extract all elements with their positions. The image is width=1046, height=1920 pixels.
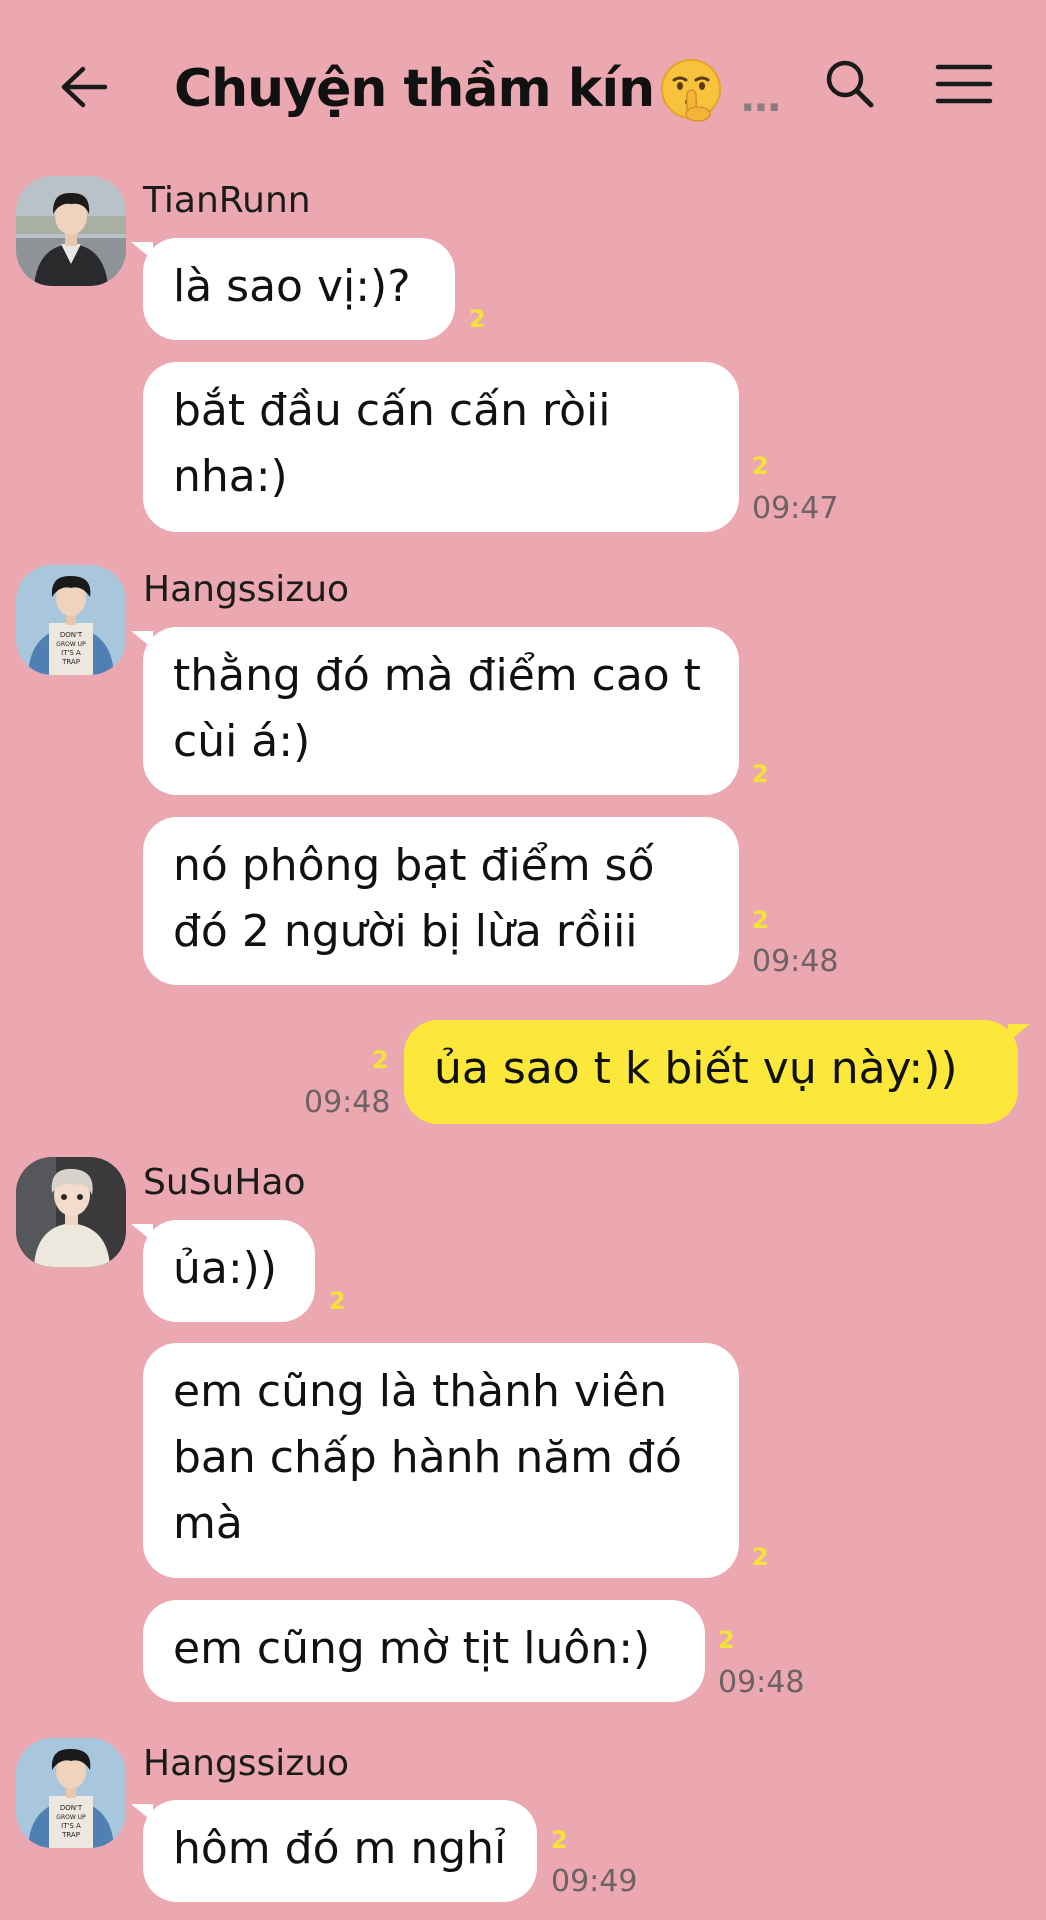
unread-count: 2 bbox=[752, 1543, 769, 1571]
shirt-text-2: GROW UP bbox=[56, 1814, 86, 1821]
message-time: 09:49 bbox=[551, 1864, 638, 1899]
shushing-face-emoji-icon bbox=[661, 59, 722, 122]
back-button[interactable] bbox=[52, 55, 116, 119]
shirt-text-4: TRAP bbox=[61, 658, 80, 666]
search-button[interactable] bbox=[818, 52, 882, 116]
unread-count: 2 bbox=[752, 760, 769, 788]
message-bubble[interactable]: em cũng là thành viên ban chấp hành năm … bbox=[143, 1343, 739, 1578]
message-bubble[interactable]: hôm đó m nghỉ bbox=[131, 1800, 537, 1902]
back-arrow-icon bbox=[61, 66, 108, 108]
chat-header: Chuyện thầm kín ... bbox=[0, 0, 1046, 170]
sender-name: Hangssizuo bbox=[143, 1743, 350, 1784]
shirt-text-1: DON'T bbox=[60, 631, 83, 639]
search-icon bbox=[826, 60, 874, 108]
unread-count: 2 bbox=[551, 1826, 568, 1854]
avatar[interactable] bbox=[16, 1157, 126, 1267]
message-bubble[interactable]: thằng đó mà điểm cao t cùi á:) bbox=[131, 627, 739, 795]
sender-name: SuSuHao bbox=[143, 1162, 306, 1203]
message-bubble[interactable]: em cũng mờ tịt luôn:) bbox=[143, 1600, 705, 1702]
message-bubble[interactable]: nó phông bạt điểm số đó 2 người bị lừa r… bbox=[143, 817, 739, 985]
unread-count: 2 bbox=[752, 906, 769, 934]
avatar[interactable] bbox=[16, 176, 126, 286]
sender-name: TianRunn bbox=[143, 180, 311, 221]
shirt-text-3: IT'S A bbox=[61, 1822, 81, 1830]
message-time: 09:48 bbox=[752, 944, 839, 979]
sender-name: Hangssizuo bbox=[143, 569, 350, 610]
message-time: 09:48 bbox=[304, 1085, 391, 1120]
message-bubble[interactable]: là sao vị:)? bbox=[131, 238, 455, 340]
shirt-text-1: DON'T bbox=[60, 1804, 83, 1812]
hangssizuo-avatar-photo: DON'T GROW UP IT'S A TRAP bbox=[16, 1738, 126, 1848]
shirt-text-4: TRAP bbox=[61, 1831, 80, 1839]
unread-count: 2 bbox=[752, 452, 769, 480]
message-time: 09:47 bbox=[752, 491, 839, 526]
unread-count: 2 bbox=[372, 1046, 389, 1074]
menu-button[interactable] bbox=[932, 56, 996, 112]
hamburger-menu-icon bbox=[935, 64, 993, 104]
avatar[interactable]: DON'T GROW UP IT'S A TRAP bbox=[16, 1738, 126, 1848]
tianrunn-avatar-photo bbox=[16, 176, 126, 286]
shirt-text-3: IT'S A bbox=[61, 649, 81, 657]
message-bubble[interactable]: ủa:)) bbox=[131, 1220, 315, 1322]
unread-count: 2 bbox=[718, 1626, 735, 1654]
message-bubble[interactable]: bắt đầu cấn cấn ròii nha:) bbox=[143, 362, 739, 532]
susuhao-avatar-photo bbox=[16, 1157, 126, 1267]
unread-count: 2 bbox=[329, 1287, 346, 1315]
chat-title: Chuyện thầm kín bbox=[174, 59, 655, 119]
shirt-text-2: GROW UP bbox=[56, 641, 86, 648]
message-time: 09:48 bbox=[718, 1665, 805, 1700]
unread-count: 2 bbox=[469, 305, 486, 333]
my-message-bubble[interactable]: ủa sao t k biết vụ này:)) bbox=[404, 1020, 1030, 1124]
chat-title-area[interactable]: Chuyện thầm kín ... bbox=[174, 44, 782, 134]
hangssizuo-avatar-photo: DON'T GROW UP IT'S A TRAP bbox=[16, 565, 126, 675]
title-overflow-dots: ... bbox=[740, 75, 782, 121]
avatar[interactable]: DON'T GROW UP IT'S A TRAP bbox=[16, 565, 126, 675]
